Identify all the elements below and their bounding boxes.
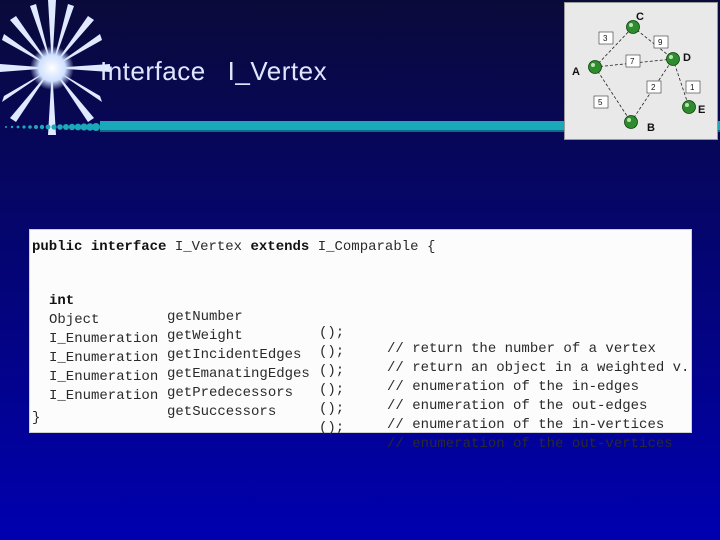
code-open-brace: { xyxy=(426,239,436,255)
edge-weight-label: 3 xyxy=(603,34,608,43)
code-method-name: getPredecessors xyxy=(167,385,294,401)
code-interface-name: I_Vertex xyxy=(174,239,243,255)
code-comment: // enumeration of the out-edges xyxy=(387,398,648,414)
graph-node-a xyxy=(588,60,602,74)
code-comment: // return the number of a vertex xyxy=(387,341,656,357)
code-comment: // enumeration of the in-edges xyxy=(387,379,640,395)
code-comment: // return an object in a weighted v. xyxy=(387,360,690,376)
title-word: Interface xyxy=(100,56,206,86)
code-return-type: I_Enumeration xyxy=(49,388,159,404)
edge-weight-label: 7 xyxy=(630,57,635,66)
code-method-name: getIncidentEdges xyxy=(167,347,302,363)
code-parent-interface: I_Comparable xyxy=(317,239,419,255)
graph-node-e xyxy=(682,100,696,114)
code-method-name: getEmanatingEdges xyxy=(167,366,310,382)
edge-weight-label: 9 xyxy=(658,38,663,47)
code-method-name: getWeight xyxy=(167,328,243,344)
code-method-name: getNumber xyxy=(167,309,243,325)
graph-node-label: B xyxy=(647,122,655,134)
code-close-brace: } xyxy=(32,410,41,426)
code-keyword: extends xyxy=(250,239,310,255)
slide: Interface I_Vertex 3 9 7 2 1 5 A B C D E… xyxy=(0,0,720,540)
code-method-signature: (); xyxy=(319,420,345,436)
slide-title: Interface I_Vertex xyxy=(100,56,327,87)
graph-node-label: D xyxy=(683,52,691,64)
code-method-signature: (); xyxy=(319,382,345,398)
edge-weight-label: 1 xyxy=(690,83,695,92)
edge-weight-label: 5 xyxy=(598,98,603,107)
graph-node-label: E xyxy=(698,104,705,116)
graph-node-label: C xyxy=(636,11,644,23)
code-header-line: public interface I_Vertex extends I_Comp… xyxy=(32,239,435,255)
code-method-name: getSuccessors xyxy=(167,404,277,420)
code-comment: // enumeration of the out-vertices xyxy=(387,436,673,452)
graph-node-label: A xyxy=(572,66,580,78)
code-comment: // enumeration of the in-vertices xyxy=(387,417,665,433)
title-interface-name: I_Vertex xyxy=(227,56,328,86)
code-keyword: public xyxy=(32,239,83,255)
code-method-signature: (); xyxy=(319,344,345,360)
graph-node-d xyxy=(666,52,680,66)
code-listing: public interface I_Vertex extends I_Comp… xyxy=(29,229,692,452)
code-keyword: interface xyxy=(90,239,167,255)
edge-weight-label: 2 xyxy=(651,83,656,92)
graph-illustration: 3 9 7 2 1 5 A B C D E xyxy=(564,2,718,140)
code-method-signature: (); xyxy=(319,363,345,379)
code-method-signature: (); xyxy=(319,325,345,341)
starburst-decoration xyxy=(0,0,110,135)
code-method-line: I_Enumeration getSuccessors (); // enume… xyxy=(49,372,673,468)
graph-node-b xyxy=(624,115,638,129)
code-method-signature: (); xyxy=(319,401,345,417)
